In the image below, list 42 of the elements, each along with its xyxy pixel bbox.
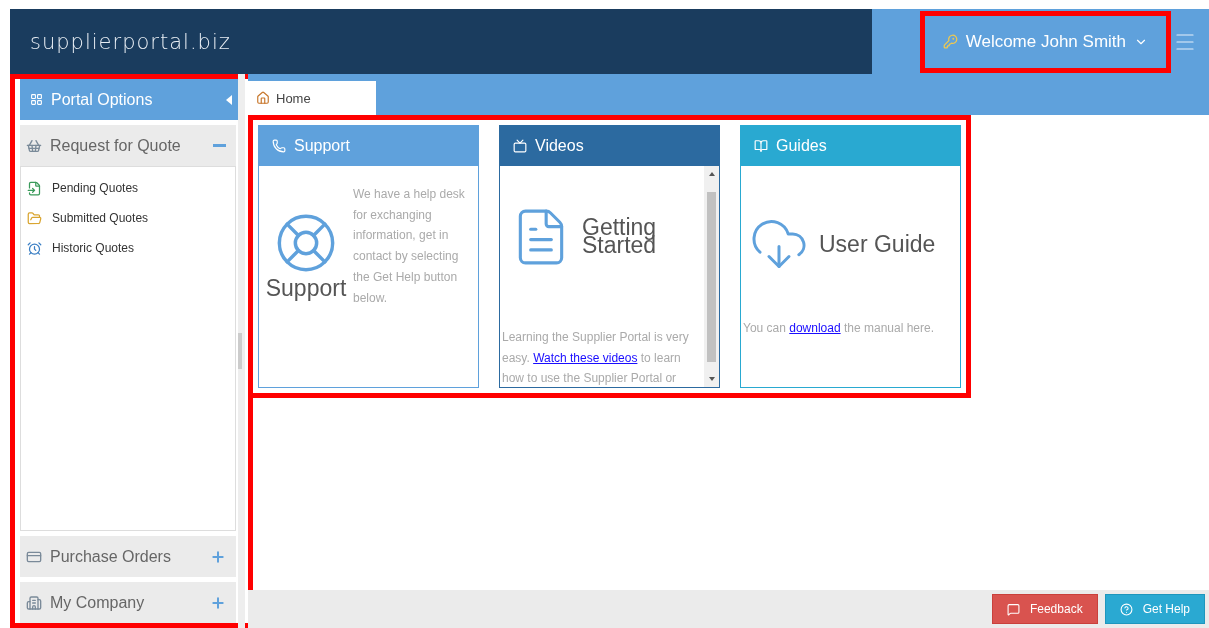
- card-text: You can download the manual here.: [742, 320, 936, 337]
- card-icon: [272, 138, 286, 153]
- help-icon: [1119, 602, 1133, 616]
- sidebar-item[interactable]: Historic Quotes: [21, 233, 235, 263]
- card-text: We have a help desk for exchanging information, get in contact by selecting the Get Help button below.: [352, 186, 466, 307]
- download-link[interactable]: download: [789, 321, 841, 335]
- sidebar-item[interactable]: Pending Quotes: [21, 173, 235, 203]
- splitter[interactable]: [238, 74, 245, 628]
- sidebar-section[interactable]: Request for Quote: [20, 125, 236, 166]
- videos-link[interactable]: Watch these videos: [533, 350, 638, 365]
- collapse-icon[interactable]: [226, 94, 232, 105]
- card-icon: [754, 138, 768, 153]
- feature-title: User Guide: [819, 230, 936, 258]
- sidebar-section[interactable]: My Company: [20, 582, 236, 623]
- tab[interactable]: Home: [248, 81, 376, 115]
- speech-bubble-icon: [1006, 602, 1020, 616]
- item-icon: [27, 180, 42, 196]
- grid-icon: [30, 93, 43, 106]
- item-icon: [27, 210, 42, 226]
- card-title: Guides: [776, 136, 827, 155]
- home-icon: [256, 91, 270, 105]
- key-icon: [942, 34, 958, 49]
- feature-title: Getting Started: [582, 219, 658, 255]
- logo[interactable]: supplierportal.biz: [30, 29, 231, 54]
- plus-icon[interactable]: [210, 594, 226, 611]
- scrollbar[interactable]: [704, 166, 719, 387]
- minus-icon[interactable]: [213, 144, 226, 147]
- feedback-button[interactable]: Feedback: [991, 594, 1098, 624]
- feature-title: Support: [265, 275, 347, 302]
- sidebar-item[interactable]: Submitted Quotes: [21, 203, 235, 233]
- section-label: Purchase Orders: [50, 547, 172, 566]
- sidebar-section[interactable]: Purchase Orders: [20, 536, 236, 577]
- card-icon: [513, 138, 527, 153]
- card-title: Support: [294, 136, 351, 155]
- item-icon: [27, 240, 42, 256]
- section-icon: [26, 137, 42, 154]
- section-label: Request for Quote: [50, 136, 182, 155]
- card-title: Videos: [535, 136, 584, 155]
- plus-icon[interactable]: [210, 548, 226, 565]
- sidebar-title: Portal Options: [51, 90, 154, 109]
- section-label: My Company: [50, 593, 146, 612]
- section-icon: [26, 594, 42, 611]
